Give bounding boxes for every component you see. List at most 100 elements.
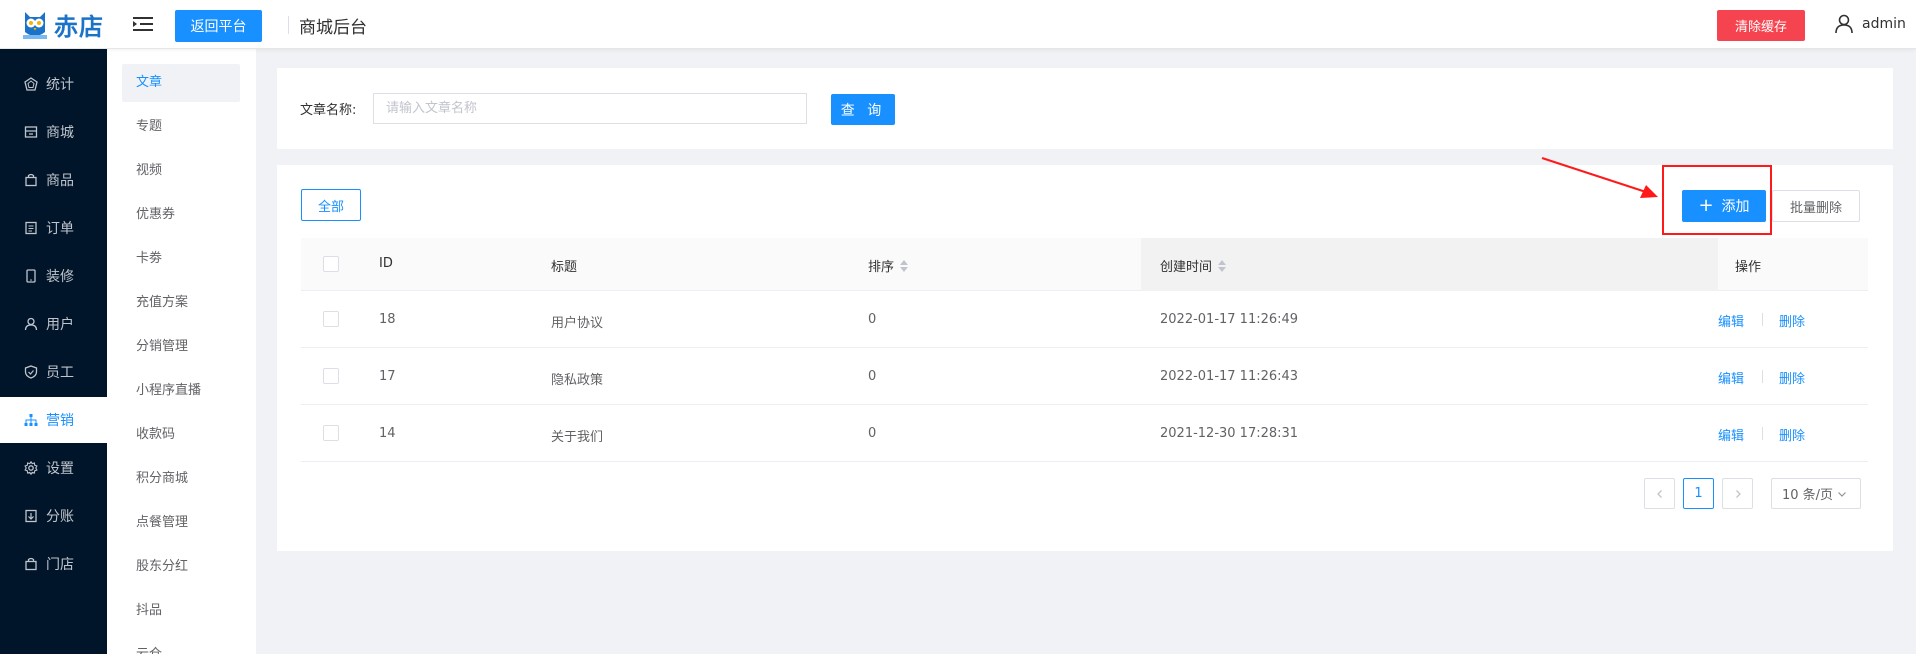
user-icon bbox=[1835, 14, 1853, 34]
article-name-input[interactable] bbox=[373, 93, 807, 124]
submenu-item-topics[interactable]: 专题 bbox=[122, 108, 240, 146]
table-row: 18 用户协议 0 2022-01-17 11:26:49 编辑 删除 bbox=[301, 291, 1868, 348]
articles-table: ID 标题 排序 创建时间 操作 18 用户协议 0 2022-01-17 11… bbox=[301, 238, 1868, 462]
sidebar-item-label: 统计 bbox=[46, 77, 74, 93]
column-header-actions: 操作 bbox=[1735, 260, 1762, 275]
divider bbox=[1762, 313, 1763, 326]
chevron-right-icon bbox=[1735, 489, 1741, 498]
sidebar-item-decoration[interactable]: 装修 bbox=[0, 253, 107, 299]
search-label: 文章名称: bbox=[300, 103, 357, 118]
sidebar-item-staff[interactable]: 员工 bbox=[0, 349, 107, 395]
owl-logo-icon bbox=[23, 12, 47, 39]
sort-caret-icon[interactable] bbox=[1218, 259, 1227, 272]
submenu-item-ordering[interactable]: 点餐管理 bbox=[122, 504, 240, 542]
next-page-button[interactable] bbox=[1722, 478, 1753, 509]
sidebar-item-label: 设置 bbox=[46, 461, 74, 477]
batch-delete-button[interactable]: 批量删除 bbox=[1772, 190, 1860, 222]
submenu-item-points-mall[interactable]: 积分商城 bbox=[122, 460, 240, 498]
query-button[interactable]: 查 询 bbox=[831, 94, 895, 125]
edit-link[interactable]: 编辑 bbox=[1718, 311, 1744, 330]
divider bbox=[1762, 427, 1763, 440]
sidebar-item-statistics[interactable]: 统计 bbox=[0, 61, 107, 107]
prev-page-button[interactable] bbox=[1644, 478, 1675, 509]
sorted-column-highlight bbox=[1141, 238, 1718, 291]
sitemap-icon bbox=[24, 414, 38, 426]
menu-toggle-icon[interactable] bbox=[132, 14, 154, 34]
edit-link[interactable]: 编辑 bbox=[1718, 368, 1744, 387]
sidebar-item-label: 员工 bbox=[46, 365, 74, 381]
cell-id: 18 bbox=[379, 312, 396, 327]
sidebar-item-label: 用户 bbox=[46, 317, 74, 333]
submenu-item-coupons[interactable]: 优惠券 bbox=[122, 196, 240, 234]
sidebar-item-marketing[interactable]: 营销 bbox=[0, 397, 107, 443]
table-header: ID 标题 排序 创建时间 操作 bbox=[301, 238, 1868, 291]
filter-all-button[interactable]: 全部 bbox=[301, 189, 361, 221]
submenu-item-cloud-warehouse[interactable]: 云仓 bbox=[122, 636, 240, 654]
column-header-sort[interactable]: 排序 bbox=[868, 256, 909, 275]
row-checkbox[interactable] bbox=[323, 425, 339, 441]
page-size-value: 10 条/页 bbox=[1782, 488, 1834, 503]
submenu-item-articles[interactable]: 文章 bbox=[122, 64, 240, 102]
column-header-sort-label: 排序 bbox=[868, 260, 895, 275]
page-number[interactable]: 1 bbox=[1683, 478, 1714, 509]
submenu-item-distribution[interactable]: 分销管理 bbox=[122, 328, 240, 366]
shop-icon bbox=[25, 557, 37, 571]
submenu-item-mini-live[interactable]: 小程序直播 bbox=[122, 372, 240, 410]
submenu-item-payment-code[interactable]: 收款码 bbox=[122, 416, 240, 454]
table-row: 14 关于我们 0 2021-12-30 17:28:31 编辑 删除 bbox=[301, 405, 1868, 462]
sidebar-item-orders[interactable]: 订单 bbox=[0, 205, 107, 251]
chart-icon bbox=[24, 77, 38, 91]
sidebar-item-goods[interactable]: 商品 bbox=[0, 157, 107, 203]
chevron-down-icon bbox=[1838, 491, 1846, 497]
cell-created: 2021-12-30 17:28:31 bbox=[1160, 426, 1299, 441]
delete-link[interactable]: 删除 bbox=[1779, 368, 1805, 387]
shield-icon bbox=[24, 365, 38, 379]
user-menu[interactable]: admin bbox=[1834, 14, 1906, 34]
submenu-item-videos[interactable]: 视频 bbox=[122, 152, 240, 190]
plus-icon: + bbox=[1698, 195, 1714, 216]
sort-caret-icon[interactable] bbox=[900, 259, 909, 272]
sidebar-item-users[interactable]: 用户 bbox=[0, 301, 107, 347]
sidebar-item-split[interactable]: 分账 bbox=[0, 493, 107, 539]
clear-cache-button[interactable]: 清除缓存 bbox=[1717, 10, 1805, 41]
gear-icon bbox=[24, 461, 38, 475]
submenu-item-cards[interactable]: 卡劵 bbox=[122, 240, 240, 278]
page-title: 商城后台 bbox=[299, 18, 367, 38]
sidebar-item-label: 门店 bbox=[46, 557, 74, 573]
order-icon bbox=[25, 221, 37, 235]
edit-link[interactable]: 编辑 bbox=[1718, 425, 1744, 444]
row-checkbox[interactable] bbox=[323, 368, 339, 384]
logo-text: 赤店 bbox=[54, 12, 104, 41]
sidebar-item-label: 订单 bbox=[46, 221, 74, 237]
cell-title: 用户协议 bbox=[551, 316, 604, 331]
cell-sort: 0 bbox=[868, 426, 877, 441]
chevron-left-icon bbox=[1656, 489, 1662, 498]
delete-link[interactable]: 删除 bbox=[1779, 425, 1805, 444]
submenu-item-dividends[interactable]: 股东分红 bbox=[122, 548, 240, 586]
page-size-select[interactable]: 10 条/页 bbox=[1771, 478, 1861, 509]
sidebar-item-label: 装修 bbox=[46, 269, 74, 285]
submenu-item-recharge-plans[interactable]: 充值方案 bbox=[122, 284, 240, 322]
username: admin bbox=[1862, 16, 1906, 32]
select-all-checkbox[interactable] bbox=[323, 256, 339, 272]
cell-id: 14 bbox=[379, 426, 396, 441]
cell-created: 2022-01-17 11:26:43 bbox=[1160, 369, 1299, 384]
add-button[interactable]: + 添加 bbox=[1682, 190, 1766, 222]
sidebar-item-mall[interactable]: 商城 bbox=[0, 109, 107, 155]
submenu-item-douyin[interactable]: 抖品 bbox=[122, 592, 240, 630]
sidebar-item-label: 营销 bbox=[46, 413, 74, 429]
cell-title: 关于我们 bbox=[551, 430, 604, 445]
sidebar-item-stores[interactable]: 门店 bbox=[0, 541, 107, 587]
divider bbox=[1762, 370, 1763, 383]
article-list-card: 全部 + 添加 批量删除 ID 标题 排序 创建时间 操作 18 用户协议 0 bbox=[277, 165, 1893, 551]
cell-sort: 0 bbox=[868, 369, 877, 384]
sidebar-item-settings[interactable]: 设置 bbox=[0, 445, 107, 491]
back-to-platform-button[interactable]: 返回平台 bbox=[175, 10, 262, 42]
column-header-created[interactable]: 创建时间 bbox=[1160, 256, 1227, 275]
delete-link[interactable]: 删除 bbox=[1779, 311, 1805, 330]
row-checkbox[interactable] bbox=[323, 311, 339, 327]
column-header-title: 标题 bbox=[551, 260, 578, 275]
table-row: 17 隐私政策 0 2022-01-17 11:26:43 编辑 删除 bbox=[301, 348, 1868, 405]
divider bbox=[288, 16, 289, 34]
cell-sort: 0 bbox=[868, 312, 877, 327]
